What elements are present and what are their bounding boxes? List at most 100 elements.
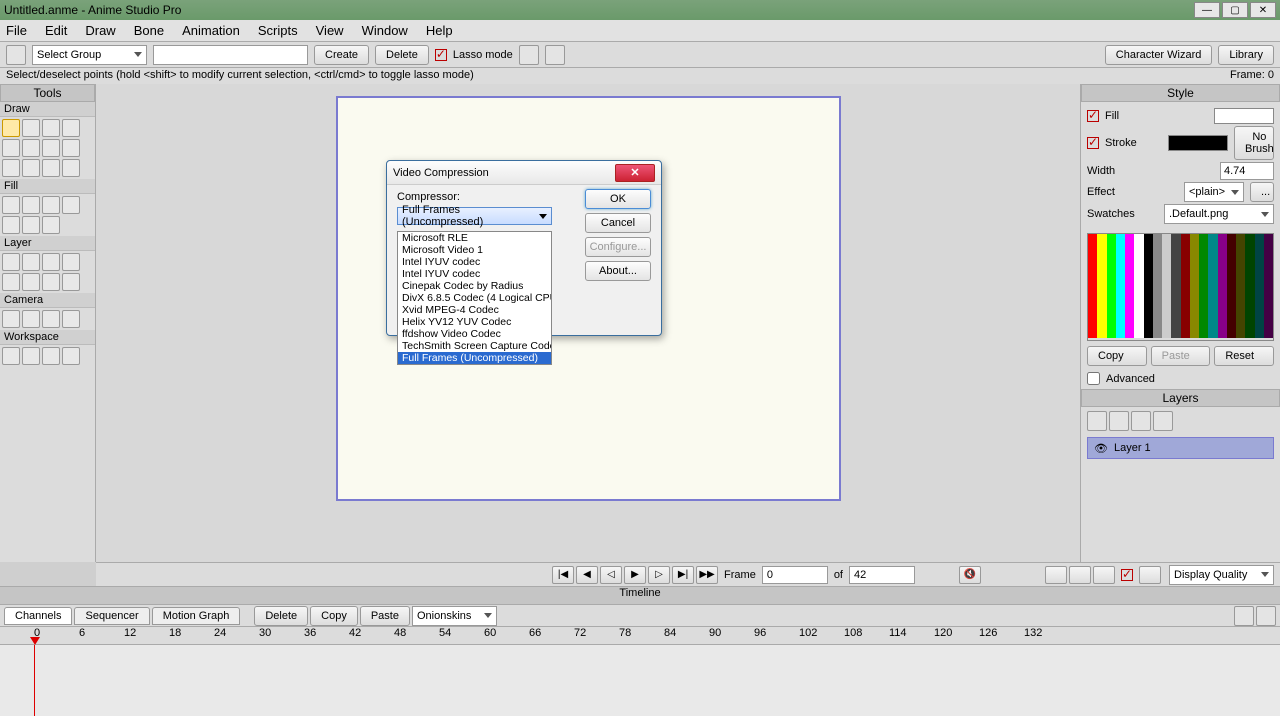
layer-5[interactable] xyxy=(2,273,20,291)
tool-12[interactable] xyxy=(62,159,80,177)
close-button[interactable]: ✕ xyxy=(1250,2,1276,18)
swatches-dropdown[interactable]: .Default.png xyxy=(1164,204,1274,224)
view-4[interactable] xyxy=(1139,566,1161,584)
onionskins-dropdown[interactable]: Onionskins xyxy=(412,606,497,626)
tool-6[interactable] xyxy=(22,139,40,157)
advanced-checkbox[interactable] xyxy=(1087,372,1100,385)
tab-channels[interactable]: Channels xyxy=(4,607,72,625)
view-check[interactable] xyxy=(1121,569,1133,581)
compressor-dropdown-list[interactable]: Microsoft RLEMicrosoft Video 1Intel IYUV… xyxy=(397,231,552,365)
compressor-option[interactable]: Intel IYUV codec xyxy=(398,256,551,268)
tool-5[interactable] xyxy=(2,139,20,157)
select-group-dropdown[interactable]: Select Group xyxy=(32,45,147,65)
menu-file[interactable]: File xyxy=(6,23,27,38)
about-button[interactable]: About... xyxy=(585,261,651,281)
timeline-ruler[interactable]: 0612182430364248546066727884909610210811… xyxy=(0,626,1280,644)
create-button[interactable]: Create xyxy=(314,45,369,65)
library-button[interactable]: Library xyxy=(1218,45,1274,65)
step-back-button[interactable]: ◀ xyxy=(576,566,598,584)
layer-7[interactable] xyxy=(42,273,60,291)
layer-2[interactable] xyxy=(22,253,40,271)
tl-icon-1[interactable] xyxy=(1234,606,1254,626)
ws-1[interactable] xyxy=(2,347,20,365)
layer-item[interactable]: 👁 Layer 1 xyxy=(1087,437,1274,459)
view-1[interactable] xyxy=(1045,566,1067,584)
eye-icon[interactable]: 👁 xyxy=(1094,442,1108,455)
tool-select[interactable] xyxy=(2,119,20,137)
layer-btn-1[interactable] xyxy=(1087,411,1107,431)
fill-1[interactable] xyxy=(2,196,20,214)
swatches-grid[interactable] xyxy=(1087,233,1274,341)
compressor-option[interactable]: Full Frames (Uncompressed) xyxy=(398,352,551,364)
tool-icon-1[interactable] xyxy=(519,45,539,65)
compressor-option[interactable]: Intel IYUV codec xyxy=(398,268,551,280)
menu-scripts[interactable]: Scripts xyxy=(258,23,298,38)
compressor-option[interactable]: Helix YV12 YUV Codec xyxy=(398,316,551,328)
cam-4[interactable] xyxy=(62,310,80,328)
fill-checkbox[interactable] xyxy=(1087,110,1099,122)
menu-animation[interactable]: Animation xyxy=(182,23,240,38)
compressor-option[interactable]: ffdshow Video Codec xyxy=(398,328,551,340)
fill-6[interactable] xyxy=(22,216,40,234)
effect-dropdown[interactable]: <plain> xyxy=(1184,182,1244,202)
paste-button[interactable]: Paste xyxy=(1151,346,1211,366)
timeline-body[interactable] xyxy=(0,644,1280,716)
ws-4[interactable] xyxy=(62,347,80,365)
frame-input[interactable] xyxy=(762,566,828,584)
compressor-dropdown[interactable]: Full Frames (Uncompressed) xyxy=(397,207,552,225)
menu-help[interactable]: Help xyxy=(426,23,453,38)
layer-btn-2[interactable] xyxy=(1109,411,1129,431)
forward-end-button[interactable]: ▶▶ xyxy=(696,566,718,584)
fill-2[interactable] xyxy=(22,196,40,214)
compressor-option[interactable]: Microsoft Video 1 xyxy=(398,244,551,256)
tool-7[interactable] xyxy=(42,139,60,157)
layer-3[interactable] xyxy=(42,253,60,271)
stroke-checkbox[interactable] xyxy=(1087,137,1099,149)
tl-paste-button[interactable]: Paste xyxy=(360,606,410,626)
lasso-checkbox[interactable] xyxy=(435,49,447,61)
layer-6[interactable] xyxy=(22,273,40,291)
tool-2[interactable] xyxy=(22,119,40,137)
width-input[interactable] xyxy=(1220,162,1274,180)
copy-button[interactable]: Copy xyxy=(1087,346,1147,366)
compressor-option[interactable]: TechSmith Screen Capture Codec xyxy=(398,340,551,352)
cam-1[interactable] xyxy=(2,310,20,328)
character-wizard-button[interactable]: Character Wizard xyxy=(1105,45,1213,65)
fill-4[interactable] xyxy=(62,196,80,214)
dialog-close-button[interactable]: ✕ xyxy=(615,164,655,182)
fill-7[interactable] xyxy=(42,216,60,234)
cam-3[interactable] xyxy=(42,310,60,328)
effect-more-button[interactable]: ... xyxy=(1250,182,1274,202)
frame-total-input[interactable] xyxy=(849,566,915,584)
tab-sequencer[interactable]: Sequencer xyxy=(74,607,149,625)
rewind-start-button[interactable]: |◀ xyxy=(552,566,574,584)
cancel-button[interactable]: Cancel xyxy=(585,213,651,233)
reset-button[interactable]: Reset xyxy=(1214,346,1274,366)
layer-btn-4[interactable] xyxy=(1153,411,1173,431)
selection-icon[interactable] xyxy=(6,45,26,65)
layer-8[interactable] xyxy=(62,273,80,291)
ws-3[interactable] xyxy=(42,347,60,365)
cam-2[interactable] xyxy=(22,310,40,328)
minimize-button[interactable]: — xyxy=(1194,2,1220,18)
maximize-button[interactable]: ▢ xyxy=(1222,2,1248,18)
layer-btn-3[interactable] xyxy=(1131,411,1151,431)
menu-bone[interactable]: Bone xyxy=(134,23,164,38)
tool-10[interactable] xyxy=(22,159,40,177)
display-quality-dropdown[interactable]: Display Quality xyxy=(1169,565,1274,585)
layer-4[interactable] xyxy=(62,253,80,271)
menu-window[interactable]: Window xyxy=(362,23,408,38)
mute-button[interactable]: 🔇 xyxy=(959,566,981,584)
play-button[interactable]: ▶ xyxy=(624,566,646,584)
prev-button[interactable]: ◁ xyxy=(600,566,622,584)
delete-button[interactable]: Delete xyxy=(375,45,429,65)
tl-delete-button[interactable]: Delete xyxy=(254,606,308,626)
tool-3[interactable] xyxy=(42,119,60,137)
dialog-titlebar[interactable]: Video Compression ✕ xyxy=(387,161,661,185)
menu-edit[interactable]: Edit xyxy=(45,23,67,38)
tl-icon-2[interactable] xyxy=(1256,606,1276,626)
tool-4[interactable] xyxy=(62,119,80,137)
step-fwd-button[interactable]: ▶| xyxy=(672,566,694,584)
tool-9[interactable] xyxy=(2,159,20,177)
ws-2[interactable] xyxy=(22,347,40,365)
